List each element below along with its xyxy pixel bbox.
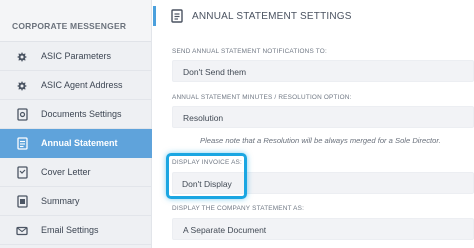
resolution-option-label: ANNUAL STATEMENT MINUTES / RESOLUTION OP…: [172, 94, 352, 101]
summary-icon: [16, 195, 28, 208]
settings-panel: ANNUAL STATEMENT SETTINGS SEND ANNUAL ST…: [152, 0, 474, 248]
sidebar-item-documents-settings[interactable]: Documents Settings: [0, 100, 152, 129]
sidebar-item-cover-letter[interactable]: Cover Letter: [0, 158, 152, 187]
document-icon: [171, 9, 183, 23]
sidebar-item-label: Annual Statement: [41, 138, 118, 148]
header-accent-bar: [153, 6, 156, 26]
sidebar-item-label: Cover Letter: [41, 167, 91, 177]
resolution-option-select[interactable]: Resolution: [172, 106, 474, 128]
notifications-select[interactable]: Don't Send them: [172, 60, 474, 82]
resolution-option-value: Resolution: [183, 113, 224, 123]
notifications-label: SEND ANNUAL STATEMENT NOTIFICATIONS TO:: [172, 48, 327, 55]
document-icon: [16, 137, 28, 150]
sidebar-item-label: Email Settings: [41, 225, 99, 235]
gear-icon: [16, 50, 28, 63]
highlight-box: [166, 153, 247, 199]
resolution-note: Please note that a Resolution will be al…: [200, 136, 441, 145]
company-statement-label: DISPLAY THE COMPANY STATEMENT AS:: [172, 205, 305, 212]
sidebar-item-summary[interactable]: Summary: [0, 187, 152, 216]
company-statement-select[interactable]: A Separate Document: [172, 218, 474, 240]
sidebar-item-label: ASIC Agent Address: [41, 80, 123, 90]
sidebar-item-asic-parameters[interactable]: ASIC Parameters: [0, 42, 152, 71]
company-statement-value: A Separate Document: [183, 225, 267, 235]
sidebar-item-label: Summary: [41, 196, 80, 206]
notifications-value: Don't Send them: [183, 67, 247, 77]
sidebar-item-label: ASIC Parameters: [41, 51, 112, 61]
sidebar-item-annual-statement[interactable]: Annual Statement: [0, 129, 152, 158]
sidebar-title: CORPORATE MESSENGER: [0, 0, 151, 42]
document-settings-icon: [16, 108, 28, 121]
email-icon: [16, 224, 28, 237]
sidebar-item-email-settings[interactable]: Email Settings: [0, 216, 152, 245]
gear-icon: [16, 79, 28, 92]
sidebar: CORPORATE MESSENGER ASIC Parameters ASIC…: [0, 0, 152, 248]
sidebar-item-label: Documents Settings: [41, 109, 122, 119]
sidebar-item-asic-agent-address[interactable]: ASIC Agent Address: [0, 71, 152, 100]
page-title: ANNUAL STATEMENT SETTINGS: [192, 11, 352, 22]
cover-letter-icon: [16, 166, 28, 179]
